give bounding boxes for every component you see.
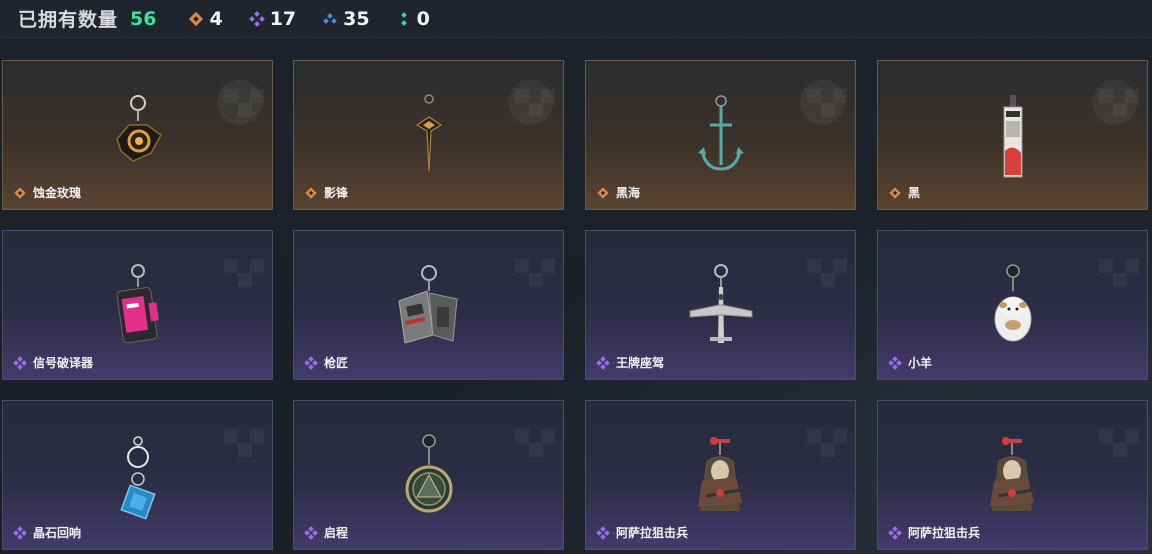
purple-diamond-icon (596, 525, 610, 540)
orange-rarity-count: 4 (188, 7, 223, 30)
dogtag-charm-icon (397, 265, 458, 344)
blade-charm-icon (415, 94, 442, 172)
item-card[interactable]: 黑 (877, 60, 1148, 210)
orange-diamond-icon (189, 11, 204, 26)
green-diamond-icon (400, 11, 407, 26)
purple-diamond-icon (888, 525, 902, 540)
orange-diamond-icon (889, 186, 901, 199)
item-card[interactable]: 王牌座驾 (585, 230, 856, 380)
jet-charm-icon (689, 264, 752, 343)
blue-count-value: 35 (343, 7, 370, 30)
purple-diamond-icon (304, 355, 318, 370)
orange-count-value: 4 (209, 7, 223, 30)
item-card[interactable]: 影锋 (293, 60, 564, 210)
item-card[interactable]: 信号破译器 (2, 230, 273, 380)
blue-rarity-count: 35 (322, 7, 370, 30)
purple-count-value: 17 (269, 7, 297, 30)
orange-diamond-icon (14, 186, 26, 199)
item-name: 蚀金玫瑰 (33, 186, 82, 200)
item-name: 阿萨拉狙击兵 (616, 526, 689, 540)
item-name: 影锋 (324, 186, 349, 200)
item-name: 黑海 (616, 186, 641, 200)
owned-label: 已拥有数量 (18, 10, 119, 31)
green-rarity-count: 0 (396, 8, 430, 30)
item-name: 晶石回响 (33, 526, 82, 540)
item-card[interactable]: 蚀金玫瑰 (2, 60, 273, 210)
green-count-value: 0 (416, 7, 430, 30)
item-card[interactable]: 阿萨拉狙击兵 (585, 400, 856, 550)
medal-charm-icon (405, 434, 452, 513)
item-name: 黑 (908, 186, 921, 200)
item-card[interactable]: 阿萨拉狙击兵 (877, 400, 1148, 550)
item-card[interactable]: 启程 (293, 400, 564, 550)
item-name: 信号破译器 (33, 356, 94, 370)
purple-diamond-icon (304, 525, 318, 540)
orange-diamond-icon (305, 186, 317, 199)
item-name: 王牌座驾 (616, 356, 665, 370)
purple-diamond-icon (248, 10, 265, 27)
sniper-charm-icon (697, 437, 746, 511)
tag-charm-icon (1003, 95, 1022, 178)
item-card[interactable]: 黑海 (585, 60, 856, 210)
owned-count: 56 (130, 7, 157, 30)
crystal-charm-icon (119, 436, 156, 520)
blue-diamond-icon (323, 12, 337, 24)
item-card[interactable]: 小羊 (877, 230, 1148, 380)
purple-diamond-icon (596, 355, 610, 370)
purple-diamond-icon (13, 355, 27, 370)
item-card[interactable]: 枪匠 (293, 230, 564, 380)
purple-diamond-icon (888, 355, 902, 370)
orange-diamond-icon (597, 186, 609, 199)
item-card[interactable]: 晶石回响 (2, 400, 273, 550)
item-name: 枪匠 (324, 356, 349, 370)
anchor-charm-icon (697, 95, 744, 171)
inventory-header: 已拥有数量 56 4 17 35 0 (0, 0, 1152, 38)
decoder-charm-icon (116, 264, 159, 344)
purple-rarity-count: 17 (248, 7, 297, 30)
item-name: 阿萨拉狙击兵 (908, 526, 981, 540)
item-name: 小羊 (908, 356, 933, 370)
purple-diamond-icon (13, 525, 27, 540)
sniper-charm-icon (989, 437, 1038, 511)
item-name: 启程 (324, 526, 349, 540)
sheep-charm-icon (994, 264, 1031, 342)
rose-charm-icon (115, 95, 162, 162)
